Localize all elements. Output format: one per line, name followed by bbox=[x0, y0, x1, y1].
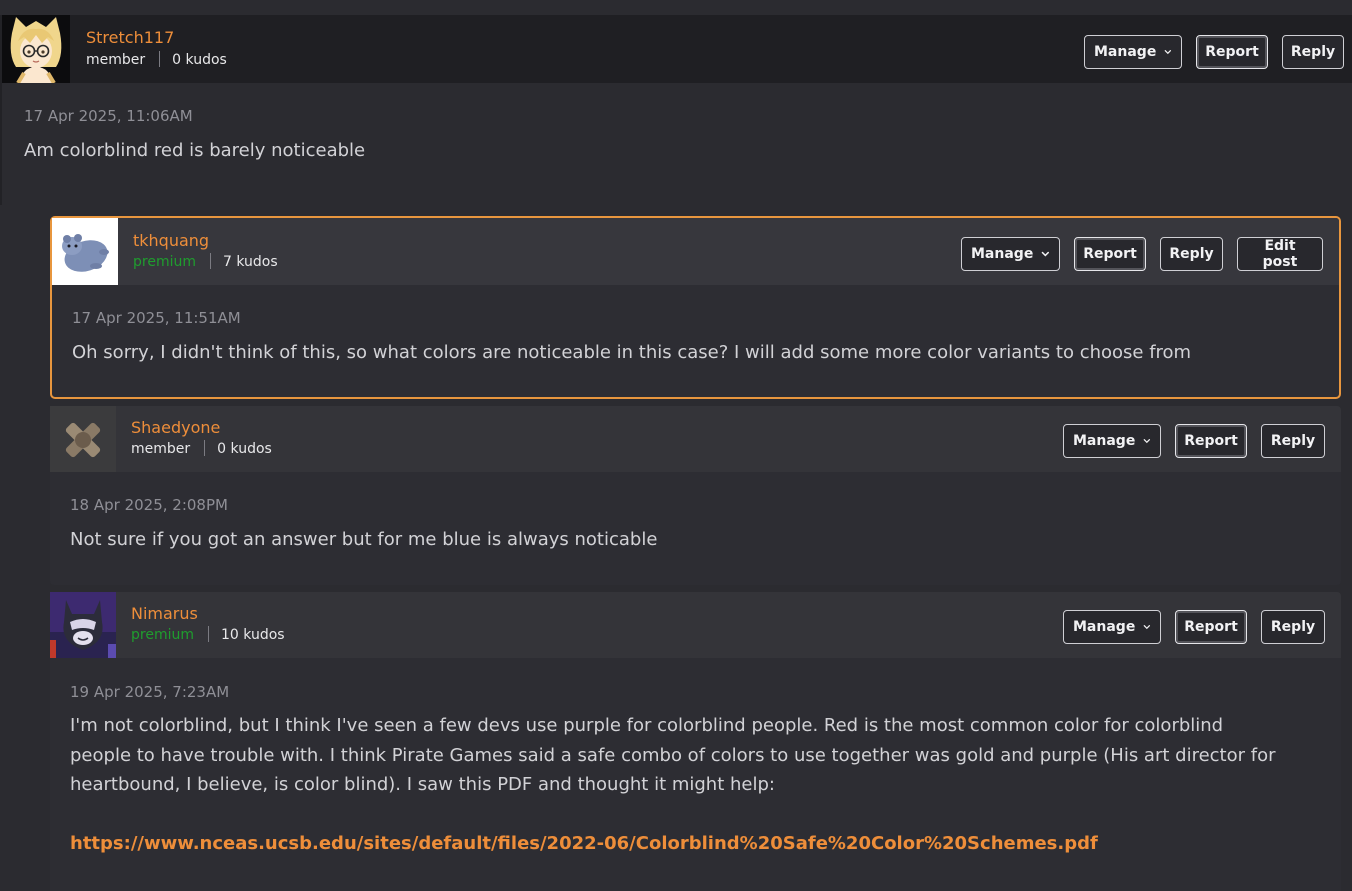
post-body: Oh sorry, I didn't think of this, so wha… bbox=[72, 342, 1192, 363]
username[interactable]: Stretch117 bbox=[86, 28, 174, 48]
manage-button[interactable]: Manage bbox=[961, 237, 1060, 271]
manage-label: Manage bbox=[1073, 433, 1136, 449]
kudos-count: 0 kudos bbox=[217, 441, 272, 457]
reply-label: Reply bbox=[1270, 433, 1316, 449]
username[interactable]: tkhquang bbox=[133, 231, 209, 251]
reply-label: Reply bbox=[1169, 246, 1214, 262]
meta-divider bbox=[159, 51, 161, 67]
report-button[interactable]: Report bbox=[1175, 610, 1247, 644]
post-body: Am colorblind red is barely noticeable bbox=[24, 140, 366, 161]
avatar-image bbox=[50, 592, 116, 658]
manage-button[interactable]: Manage bbox=[1084, 35, 1182, 69]
edit-post-button[interactable]: Edit post bbox=[1237, 237, 1323, 271]
user-meta: member 0 kudos bbox=[131, 440, 272, 458]
chevron-down-icon bbox=[1143, 625, 1151, 630]
username[interactable]: Shaedyone bbox=[131, 418, 220, 438]
post-date: 17 Apr 2025, 11:06AM bbox=[24, 107, 193, 125]
chevron-down-icon bbox=[1042, 251, 1050, 257]
comment-post-highlighted: tkhquang premium 7 kudos Manage Report Re… bbox=[50, 216, 1341, 399]
post-date: 17 Apr 2025, 11:51AM bbox=[72, 309, 241, 327]
post-body-line: heartbound, I believe, is color blind). … bbox=[70, 774, 775, 795]
reply-button[interactable]: Reply bbox=[1282, 35, 1344, 69]
user-meta: premium 7 kudos bbox=[133, 253, 278, 271]
avatar[interactable] bbox=[50, 592, 116, 658]
reply-button[interactable]: Reply bbox=[1261, 424, 1325, 458]
reply-label: Reply bbox=[1290, 44, 1336, 60]
chevron-down-icon bbox=[1143, 439, 1151, 444]
manage-label: Manage bbox=[1094, 44, 1157, 60]
report-label: Report bbox=[1083, 246, 1137, 262]
reply-button[interactable]: Reply bbox=[1261, 610, 1325, 644]
post-header: Shaedyone member 0 kudos Manage Report Re… bbox=[50, 406, 1341, 472]
manage-button[interactable]: Manage bbox=[1063, 424, 1161, 458]
kudos-count: 0 kudos bbox=[172, 52, 227, 68]
report-label: Report bbox=[1184, 433, 1238, 449]
comment-post: Shaedyone member 0 kudos Manage Report Re… bbox=[50, 406, 1341, 585]
user-rank: member bbox=[131, 441, 191, 457]
report-button[interactable]: Report bbox=[1074, 237, 1146, 271]
comment-post: Stretch117 member 0 kudos Manage Report R… bbox=[0, 15, 1352, 205]
username[interactable]: Nimarus bbox=[131, 604, 198, 624]
meta-divider bbox=[210, 253, 211, 269]
post-header: Stretch117 member 0 kudos Manage Report R… bbox=[2, 15, 1352, 83]
chevron-down-icon bbox=[1164, 50, 1172, 55]
user-rank: member bbox=[86, 52, 146, 68]
report-label: Report bbox=[1205, 44, 1259, 60]
meta-divider bbox=[204, 440, 206, 456]
avatar-image bbox=[50, 406, 116, 472]
pdf-link[interactable]: https://www.nceas.ucsb.edu/sites/default… bbox=[70, 833, 1098, 854]
avatar[interactable] bbox=[50, 406, 116, 472]
comment-post: Nimarus premium 10 kudos Manage Report Re… bbox=[50, 592, 1341, 891]
post-actions: Manage Report Reply bbox=[1063, 610, 1325, 644]
report-label: Report bbox=[1184, 619, 1238, 635]
manage-button[interactable]: Manage bbox=[1063, 610, 1161, 644]
user-rank: premium bbox=[133, 254, 196, 270]
kudos-count: 10 kudos bbox=[221, 627, 285, 643]
user-rank: premium bbox=[131, 627, 194, 643]
user-meta: member 0 kudos bbox=[86, 51, 227, 69]
post-header: Nimarus premium 10 kudos Manage Report Re… bbox=[50, 592, 1341, 658]
kudos-count: 7 kudos bbox=[223, 254, 278, 270]
avatar[interactable] bbox=[52, 218, 118, 285]
avatar[interactable] bbox=[2, 15, 70, 83]
report-button[interactable]: Report bbox=[1175, 424, 1247, 458]
post-body-line: people to have trouble with. I think Pir… bbox=[70, 744, 1276, 766]
post-actions: Manage Report Reply bbox=[1084, 35, 1344, 69]
top-strip bbox=[0, 0, 1352, 15]
post-body-line: I'm not colorblind, but I think I've see… bbox=[70, 715, 1224, 736]
manage-label: Manage bbox=[971, 246, 1034, 262]
manage-label: Manage bbox=[1073, 619, 1136, 635]
post-body: I'm not colorblind, but I think I've see… bbox=[70, 711, 1330, 859]
user-meta: premium 10 kudos bbox=[131, 626, 285, 644]
report-button[interactable]: Report bbox=[1196, 35, 1268, 69]
post-header: tkhquang premium 7 kudos Manage Report Re… bbox=[52, 218, 1339, 285]
edit-post-label: Edit post bbox=[1262, 238, 1298, 270]
avatar-image bbox=[2, 15, 70, 83]
post-actions: Manage Report Reply Edit post bbox=[961, 237, 1323, 271]
meta-divider bbox=[208, 626, 209, 642]
post-date: 18 Apr 2025, 2:08PM bbox=[70, 496, 228, 514]
reply-button[interactable]: Reply bbox=[1160, 237, 1223, 271]
post-date: 19 Apr 2025, 7:23AM bbox=[70, 683, 230, 701]
post-body: Not sure if you got an answer but for me… bbox=[70, 529, 658, 550]
avatar-image bbox=[52, 218, 118, 285]
post-actions: Manage Report Reply bbox=[1063, 424, 1325, 458]
reply-label: Reply bbox=[1270, 619, 1316, 635]
